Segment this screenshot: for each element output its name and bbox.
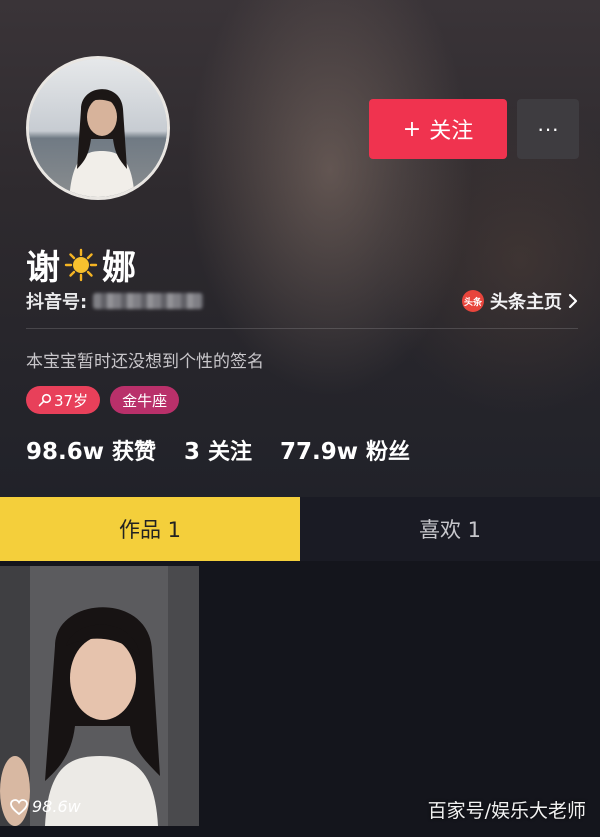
following-stat[interactable]: 3 关注 [184,434,252,466]
female-icon [38,393,52,407]
tab-likes[interactable]: 喜欢 1 [300,497,600,561]
video-like-count: 98.6w [10,797,81,816]
follow-button-label: 关注 [429,119,474,144]
chevron-right-icon [568,293,578,309]
toutiao-homepage-link[interactable]: 头条 头条主页 [462,288,578,314]
avatar[interactable] [26,56,170,200]
profile-tags: 37岁 金牛座 [26,386,180,414]
profile-name: 谢 娜 [26,240,136,289]
followers-stat[interactable]: 77.9w 粉丝 [280,434,410,466]
watermark: 百家号/娱乐大老师 [427,800,586,822]
followers-count: 77.9w [280,439,359,465]
followers-label: 粉丝 [366,440,411,465]
heart-icon [10,798,28,815]
following-label: 关注 [208,440,253,465]
douyin-id-label: 抖音号: [26,292,88,313]
tab-works[interactable]: 作品 1 [0,497,300,561]
likes-count: 98.6w [26,439,104,465]
profile-name-part1: 谢 [26,248,60,288]
video-thumbnail[interactable]: 98.6w [0,566,199,826]
profile-stats: 98.6w 获赞 3 关注 77.9w 粉丝 [26,434,410,466]
follow-button[interactable]: + 关注 [369,99,507,159]
toutiao-link-label: 头条主页 [490,292,562,313]
video-like-count-value: 98.6w [32,797,81,816]
plus-icon: + [402,116,422,142]
video-thumbnail-image [0,566,199,826]
profile-bio: 本宝宝暂时还没想到个性的签名 [26,352,264,372]
avatar-photo [29,59,167,197]
zodiac-tag-label: 金牛座 [122,391,168,410]
douyin-id-row: 抖音号: [26,288,204,314]
age-tag-label: 37岁 [54,391,89,410]
zodiac-tag: 金牛座 [110,386,180,414]
age-tag: 37岁 [26,386,101,414]
following-count: 3 [184,439,201,465]
likes-stat[interactable]: 98.6w 获赞 [26,434,156,466]
divider [26,328,578,329]
more-options-button[interactable]: ··· [517,99,579,159]
douyin-id-blurred [93,293,204,309]
profile-name-part2: 娜 [102,248,136,288]
ellipsis-icon: ··· [537,116,559,141]
toutiao-icon: 头条 [462,290,484,312]
sun-icon [64,248,98,281]
likes-label: 获赞 [112,440,157,465]
content-tabs: 作品 1 喜欢 1 [0,497,600,561]
